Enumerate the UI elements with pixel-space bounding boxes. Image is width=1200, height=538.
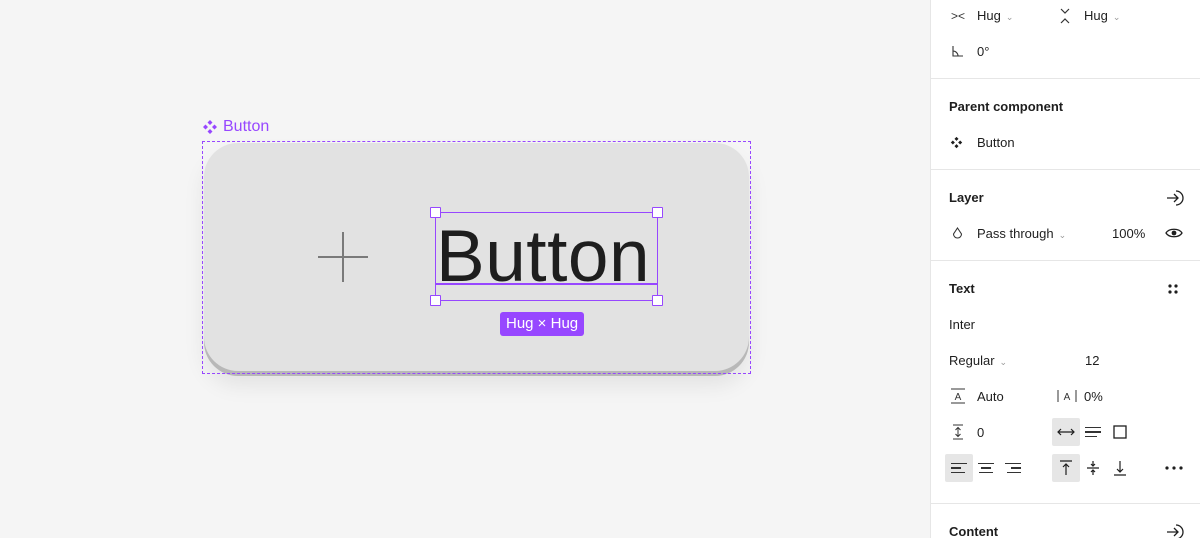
letter-spacing-icon: A [1057, 390, 1077, 403]
align-center-button[interactable] [972, 454, 1000, 482]
line-height-input[interactable]: Auto [977, 389, 1004, 405]
resize-handle-top-left[interactable] [430, 207, 441, 218]
align-top-icon [1060, 460, 1072, 475]
section-title: Layer [949, 190, 984, 205]
chevron-down-icon: ⌄ [999, 357, 1008, 367]
size-badge: Hug × Hug [500, 312, 585, 336]
chevron-down-icon: ⌄ [1058, 230, 1067, 240]
go-to-icon[interactable] [1165, 189, 1185, 207]
chevron-down-icon: ⌄ [1005, 12, 1014, 22]
svg-text:A: A [1064, 392, 1071, 403]
layer-section: Layer Pass through ⌄ 100% [931, 169, 1200, 261]
svg-text:A: A [955, 392, 962, 403]
auto-width-button[interactable] [1052, 418, 1080, 446]
align-left-button[interactable] [945, 454, 973, 482]
font-family-dropdown[interactable]: Inter [949, 317, 975, 333]
section-title: Content [949, 524, 999, 538]
go-to-icon[interactable] [1165, 523, 1185, 538]
opacity-value[interactable]: 100% [1112, 226, 1145, 242]
selection-box [435, 212, 658, 301]
paragraph-spacing-icon [953, 424, 963, 440]
more-icon [1165, 466, 1183, 470]
align-left-icon [951, 462, 967, 474]
align-bottom-button[interactable] [1106, 454, 1134, 482]
plus-icon[interactable] [318, 232, 368, 282]
parent-component-section: Parent component Button [931, 78, 1200, 170]
align-top-button[interactable] [1052, 454, 1080, 482]
vertical-resize-icon [1060, 8, 1070, 24]
auto-height-button[interactable] [1079, 418, 1107, 446]
font-weight-dropdown[interactable]: Regular ⌄ [949, 353, 1007, 370]
resize-handle-bottom-right[interactable] [652, 295, 663, 306]
section-title: Parent component [949, 99, 1064, 114]
text-baseline [436, 283, 657, 285]
section-title: Text [949, 281, 975, 296]
font-size-input[interactable]: 12 [1085, 353, 1099, 369]
align-right-button[interactable] [999, 454, 1027, 482]
auto-height-icon [1085, 426, 1101, 438]
text-section: Text Inter Regular ⌄ 12 A Auto A 0% 0 [931, 260, 1200, 504]
blend-mode-icon [952, 227, 963, 239]
height-mode-dropdown[interactable]: Hug ⌄ [1084, 8, 1120, 25]
component-icon [203, 120, 217, 134]
align-middle-button[interactable] [1079, 454, 1107, 482]
align-middle-icon [1087, 461, 1099, 475]
fixed-size-icon [1113, 425, 1127, 439]
rotation-icon [952, 46, 963, 57]
component-label-text: Button [223, 118, 270, 135]
fixed-size-button[interactable] [1106, 418, 1134, 446]
chevron-down-icon: ⌄ [1112, 12, 1121, 22]
align-bottom-icon [1114, 461, 1126, 476]
canvas[interactable]: Button Button Hug × Hug [0, 0, 930, 538]
rotation-value[interactable]: 0° [977, 44, 989, 60]
auto-width-icon [1057, 428, 1075, 436]
properties-panel: >< Hug ⌄ Hug ⌄ 0° Parent component Button … [930, 0, 1200, 538]
line-height-icon: A [951, 388, 965, 404]
paragraph-spacing-input[interactable]: 0 [977, 425, 984, 441]
blend-mode-dropdown[interactable]: Pass through ⌄ [977, 226, 1066, 243]
parent-component-link[interactable]: Button [977, 135, 1015, 151]
width-mode-dropdown[interactable]: Hug ⌄ [977, 8, 1013, 25]
letter-spacing-input[interactable]: 0% [1084, 389, 1103, 405]
content-section: Content [931, 503, 1200, 538]
align-right-icon [1005, 462, 1021, 474]
resize-handle-bottom-left[interactable] [430, 295, 441, 306]
component-icon [950, 136, 963, 149]
align-center-icon [978, 462, 994, 474]
horizontal-resize-icon: >< [950, 9, 965, 23]
text-styles-icon[interactable] [1167, 283, 1179, 295]
more-options-button[interactable] [1160, 454, 1188, 482]
component-label[interactable]: Button [202, 118, 269, 136]
resize-handle-top-right[interactable] [652, 207, 663, 218]
eye-icon[interactable] [1165, 227, 1183, 239]
